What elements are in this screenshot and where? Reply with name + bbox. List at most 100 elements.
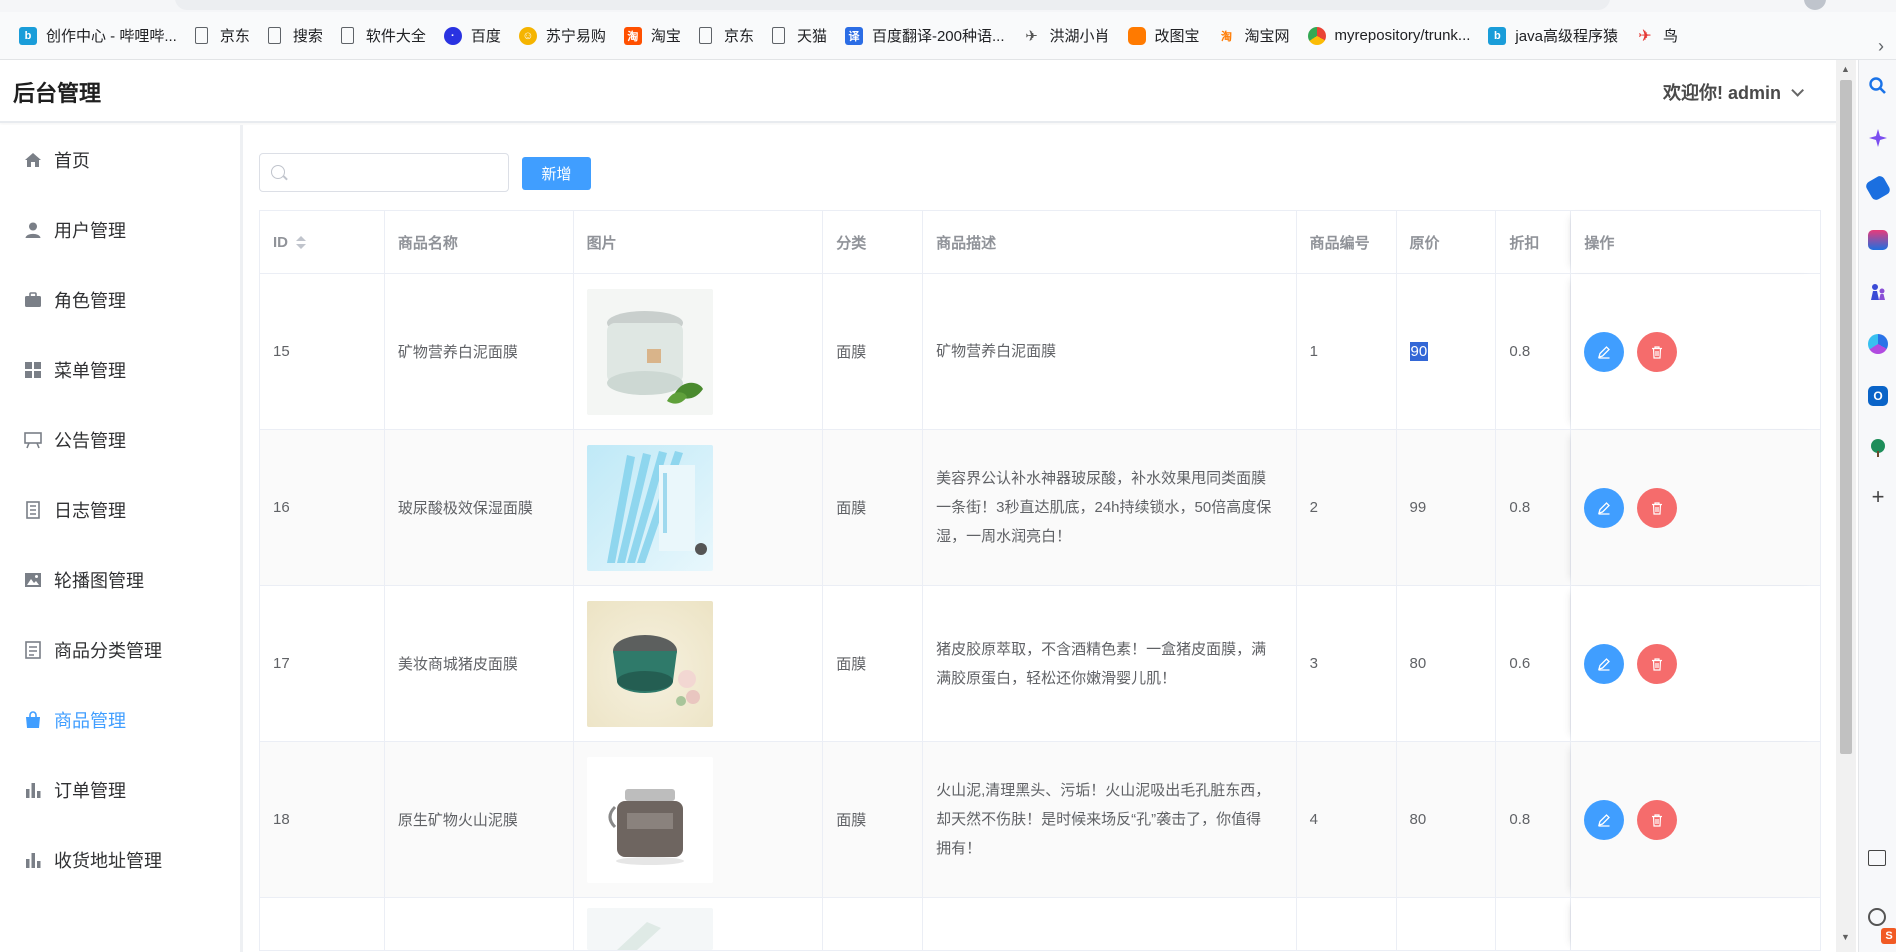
search-input[interactable]	[294, 154, 504, 191]
trash-icon	[1652, 501, 1663, 515]
add-icon[interactable]: +	[1868, 486, 1888, 508]
sidebar-toggle-icon[interactable]	[1868, 850, 1886, 866]
sidebar-item-label: 收货地址管理	[54, 851, 162, 871]
product-image-pigskin-mask-jar[interactable]	[586, 600, 713, 727]
sogou-ime-icon[interactable]: S	[1881, 928, 1896, 944]
bookmark-0[interactable]: b 创作中心 - 哔哩哔...	[10, 21, 186, 51]
sidebar-item-category[interactable]: 商品分类管理	[0, 615, 240, 685]
briefcase-icon	[24, 291, 42, 309]
cell-discount: 0.8	[1496, 430, 1572, 585]
bookmark-3[interactable]: 软件大全	[332, 21, 435, 51]
page-icon	[771, 27, 785, 44]
add-button[interactable]: 新增	[522, 157, 591, 190]
bookmark-14[interactable]: b java高级程序猿	[1479, 21, 1627, 51]
sidebar-item-label: 日志管理	[54, 501, 126, 521]
scroll-up-arrow-icon[interactable]: ▲	[1841, 64, 1850, 74]
page-icon	[698, 27, 712, 44]
page-icon	[340, 27, 354, 44]
outlook-icon[interactable]: O	[1868, 386, 1888, 406]
bookmark-8[interactable]: 天猫	[763, 21, 836, 51]
edit-button[interactable]	[1584, 487, 1625, 528]
notebook-icon	[24, 501, 42, 519]
bookmark-label: 软件大全	[365, 28, 426, 45]
sidebar-item-logs[interactable]: 日志管理	[0, 475, 240, 545]
table-row: 16 玻尿酸极效保湿面膜 面膜 美容界公认补水神器玻尿酸，补水效果甩同类面膜一条…	[260, 430, 1820, 586]
microsoft-365-icon[interactable]	[1868, 334, 1888, 354]
cell-code: 2	[1297, 430, 1397, 585]
edit-button[interactable]	[1584, 643, 1625, 684]
settings-gear-icon[interactable]	[1868, 908, 1886, 926]
sidebar-item-users[interactable]: 用户管理	[0, 195, 240, 265]
delete-button[interactable]	[1637, 643, 1678, 684]
cell-description: 美容界公认补水神器玻尿酸，补水效果甩同类面膜一条街！3秒直达肌底，24h持续锁水…	[923, 430, 1297, 585]
games-chess-icon[interactable]	[1868, 282, 1888, 302]
bookmark-11[interactable]: 改图宝	[1119, 21, 1209, 51]
bookmark-9[interactable]: 译百度翻译-200种语...	[836, 21, 1014, 51]
baidu-paw-icon: ·	[443, 26, 462, 45]
cell-operations	[1571, 898, 1820, 950]
bookmark-label: 天猫	[796, 28, 827, 45]
sidebar-item-home[interactable]: 首页	[0, 125, 240, 195]
bookmark-10[interactable]: ✈ 洪湖小肖	[1014, 21, 1119, 51]
sidebar-item-orders[interactable]: 订单管理	[0, 755, 240, 825]
bookmark-4[interactable]: · 百度	[435, 21, 510, 51]
table-header: ID 商品名称 图片 分类 商品描述 商品编号 原价 折扣 操作	[260, 211, 1820, 274]
bookmarks-overflow-chevron-icon[interactable]: ›	[1878, 36, 1884, 57]
sidebar-item-addresses[interactable]: 收货地址管理	[0, 825, 240, 895]
sidebar-item-roles[interactable]: 角色管理	[0, 265, 240, 335]
search-icon[interactable]	[1868, 76, 1888, 96]
bookmark-6[interactable]: 淘淘宝	[615, 21, 690, 51]
delete-button[interactable]	[1637, 487, 1678, 528]
profile-avatar[interactable]	[1804, 0, 1826, 10]
column-header-id[interactable]: ID	[260, 211, 385, 273]
bookmark-1[interactable]: 京东	[186, 21, 259, 51]
user-dropdown[interactable]: 欢迎你! admin	[1663, 79, 1804, 105]
column-header-name: 商品名称	[385, 211, 574, 273]
delete-button[interactable]	[1637, 331, 1678, 372]
cell-category	[823, 898, 924, 950]
taobao-icon: 淘	[623, 26, 642, 45]
bookmark-13[interactable]: myrepository/trunk...	[1299, 21, 1480, 51]
sidebar-item-products[interactable]: 商品管理	[0, 685, 240, 755]
cell-operations	[1571, 274, 1820, 429]
sidebar-item-carousel[interactable]: 轮播图管理	[0, 545, 240, 615]
cell-name	[385, 898, 574, 950]
product-image-hyaluronic-mask-packs[interactable]	[586, 444, 713, 571]
sidebar-item-menus[interactable]: 菜单管理	[0, 335, 240, 405]
edit-button[interactable]	[1584, 331, 1625, 372]
scroll-down-arrow-icon[interactable]: ▼	[1841, 932, 1850, 942]
bookmark-7[interactable]: 京东	[690, 21, 763, 51]
search-field[interactable]	[259, 153, 509, 192]
bookmark-2[interactable]: 搜索	[259, 21, 332, 51]
product-image-mud-mask-jar[interactable]	[586, 288, 713, 415]
sort-icon[interactable]	[296, 235, 306, 249]
shopping-tag-icon[interactable]	[1864, 174, 1892, 202]
product-image-partial[interactable]	[586, 908, 713, 950]
toolbox-icon[interactable]	[1868, 230, 1888, 250]
suning-icon: ☺	[518, 26, 537, 45]
browser-sidebar: O + S	[1858, 60, 1896, 952]
bookmarks-bar: b 创作中心 - 哔哩哔... 京东 搜索 软件大全 · 百度 ☺ 苏宁易购 淘淘宝 …	[0, 12, 1896, 60]
bookmark-label: 搜索	[292, 28, 323, 45]
trash-icon	[1652, 657, 1663, 671]
sidebar-item-notices[interactable]: 公告管理	[0, 405, 240, 475]
bookmark-12[interactable]: 淘淘宝网	[1209, 21, 1299, 51]
column-header-discount: 折扣	[1496, 211, 1572, 273]
edit-icon	[1598, 501, 1611, 515]
address-bar[interactable]	[175, 0, 1610, 10]
product-image-volcanic-mud-jar[interactable]	[586, 756, 713, 883]
table-row: 15 矿物营养白泥面膜 面膜 矿物营养白泥面膜 1 90 0.8	[260, 274, 1820, 430]
bookmark-15[interactable]: ✈ 鸟	[1627, 21, 1687, 51]
tree-icon[interactable]	[1868, 438, 1888, 458]
bookmark-label: 百度翻译-200种语...	[871, 28, 1005, 45]
edit-button[interactable]	[1584, 799, 1625, 840]
sidebar-item-label: 角色管理	[54, 291, 126, 311]
gaitubao-icon	[1127, 26, 1146, 45]
cell-name: 美妆商城猪皮面膜	[385, 586, 574, 741]
copilot-sparkle-icon[interactable]	[1868, 128, 1888, 148]
scrollbar-thumb[interactable]	[1840, 80, 1852, 754]
delete-button[interactable]	[1637, 799, 1678, 840]
page-scrollbar[interactable]: ▲ ▼	[1836, 60, 1856, 952]
home-icon	[24, 151, 42, 169]
bookmark-5[interactable]: ☺ 苏宁易购	[510, 21, 615, 51]
